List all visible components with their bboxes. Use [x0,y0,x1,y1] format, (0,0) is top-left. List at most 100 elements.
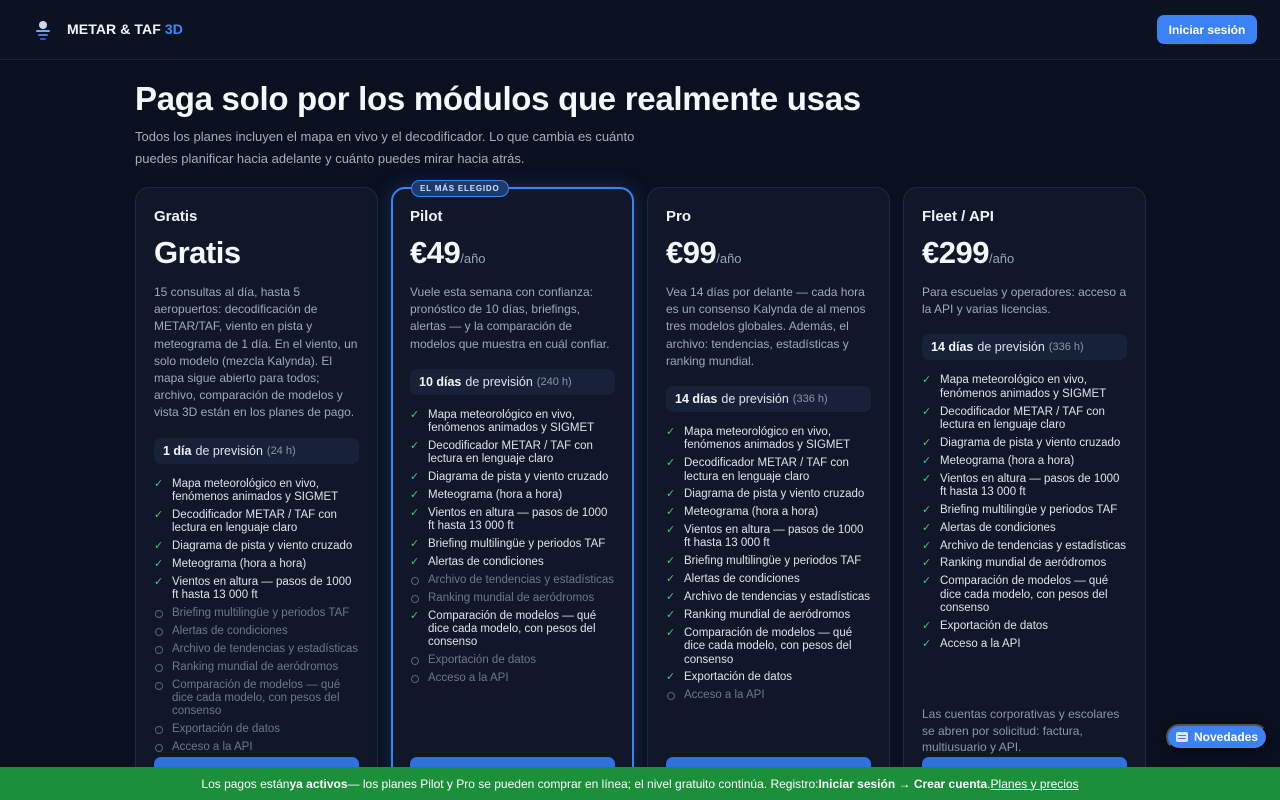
feature-label: Ranking mundial de aeródromos [940,557,1107,570]
check-icon: ✓ [410,471,420,484]
banner-register-link[interactable]: Iniciar sesión → Crear cuenta [818,777,987,791]
check-icon: ✓ [922,557,932,570]
feature-label: Diagrama de pista y viento cruzado [172,540,353,552]
forecast-hours: (336 h) [1048,341,1084,354]
feature-label: Exportación de datos [684,671,793,684]
empty-circle-icon [155,645,163,654]
feature-item: ✓ Mapa meteorológico en vivo, fenómenos a… [410,409,615,436]
price-amount: €49 [410,235,461,270]
feature-item: ✓ Diagrama de pista y viento cruzado [922,437,1127,450]
feature-label: Ranking mundial de aeródromos [684,609,851,622]
feature-label: Diagrama de pista y viento cruzado [428,471,609,484]
empty-circle-icon [155,627,163,636]
feature-item: Exportación de datos [410,654,615,667]
feature-label: Alertas de condiciones [940,521,1056,534]
check-icon: ✓ [410,408,420,421]
feature-list: ✓ Mapa meteorológico en vivo, fenómenos a… [922,374,1127,651]
feature-item: ✓ Comparación de modelos — qué dice cada … [410,610,615,650]
check-icon: ✓ [410,506,420,519]
newspaper-icon [1175,732,1188,742]
brand-main: METAR & TAF [67,21,161,37]
forecast-pill: 10 días de previsión (240 h) [410,368,615,395]
feature-label: Diagrama de pista y viento cruzado [940,436,1121,449]
feature-label: Archivo de tendencias y estadísticas [684,591,871,604]
price-unit: /año [716,251,742,266]
feature-label: Vientos en altura — pasos de 1000 ft has… [172,575,352,602]
feature-label: Alertas de condiciones [684,573,800,586]
check-icon: ✓ [666,488,676,501]
feature-label: Meteograma (hora a hora) [684,506,819,519]
empty-circle-icon [411,576,419,585]
feature-item: Ranking mundial de aeródromos [154,661,359,674]
feature-item: ✓ Ranking mundial de aeródromos [666,609,871,622]
check-icon: ✓ [922,637,932,650]
feature-label: Vientos en altura — pasos de 1000 ft has… [684,524,864,550]
page-title: Paga solo por los módulos que realmente … [135,80,861,117]
feature-label: Decodificador METAR / TAF con lectura en… [684,457,849,483]
feature-label: Mapa meteorológico en vivo, fenómenos an… [428,408,595,435]
feature-label: Comparación de modelos — qué dice cada m… [172,678,341,718]
feature-label: Acceso a la API [172,740,253,753]
plan-price: €49/año [410,235,615,273]
empty-circle-icon [155,743,163,752]
forecast-label: de previsión [977,340,1045,355]
brand-accent: 3D [164,21,184,37]
empty-circle-icon [667,692,675,701]
feature-item: ✓ Mapa meteorológico en vivo, fenómenos a… [922,374,1127,401]
plan-card-fleet: Fleet / API €299/año Para escuelas y ope… [903,187,1146,800]
feature-item: ✓ Diagrama de pista y viento cruzado [154,540,359,553]
feature-label: Briefing multilingüe y periodos TAF [172,606,350,619]
check-icon: ✓ [666,426,676,439]
check-icon: ✓ [922,454,932,467]
feature-label: Ranking mundial de aeródromos [428,591,595,604]
plan-name: Gratis [154,208,198,225]
feature-item: Archivo de tendencias y estadísticas [410,574,615,587]
feature-label: Mapa meteorológico en vivo, fenómenos an… [172,477,339,503]
check-icon: ✓ [922,374,932,387]
feature-item: Acceso a la API [154,741,359,754]
forecast-label: de previsión [195,443,263,458]
price-amount: €99 [666,235,717,270]
popular-badge: EL MÁS ELEGIDO [411,180,509,197]
feature-label: Briefing multilingüe y periodos TAF [684,555,862,568]
banner-pricing-link[interactable]: Planes y precios [991,777,1079,791]
check-icon: ✓ [154,575,164,588]
check-icon: ✓ [666,457,676,470]
feature-item: ✓ Mapa meteorológico en vivo, fenómenos a… [666,426,871,453]
feature-label: Briefing multilingüe y periodos TAF [428,538,606,551]
banner-text-2: — los planes Pilot y Pro se pueden compr… [347,776,819,791]
forecast-days: 1 día [163,443,192,458]
check-icon: ✓ [666,671,676,684]
plan-price: €99/año [666,235,871,273]
plan-description: Vea 14 días por delante — cada hora es u… [666,285,866,368]
news-label: Novedades [1193,730,1259,744]
empty-circle-icon [155,663,163,672]
price-unit: /año [460,251,486,266]
check-icon: ✓ [154,508,164,521]
top-bar: METAR & TAF 3D Iniciar sesión [0,0,1280,60]
feature-item: ✓ Vientos en altura — pasos de 1000 ft ha… [410,507,615,534]
feature-item: Ranking mundial de aeródromos [410,592,615,605]
price-amount: Gratis [154,235,241,270]
login-button[interactable]: Iniciar sesión [1157,15,1257,44]
check-icon: ✓ [666,555,676,568]
plan-card-gratis: Gratis Gratis 15 consultas al día, hasta… [135,187,378,800]
feature-item: ✓ Briefing multilingüe y periodos TAF [410,538,615,551]
empty-circle-icon [155,609,163,618]
check-icon: ✓ [922,521,932,534]
check-icon: ✓ [922,539,932,552]
empty-circle-icon [155,726,163,735]
forecast-pill: 14 días de previsión (336 h) [922,334,1127,361]
feature-item: ✓ Exportación de datos [922,620,1127,633]
feature-label: Ranking mundial de aeródromos [172,660,339,673]
feature-item: ✓ Decodificador METAR / TAF con lectura e… [410,440,615,467]
feature-item: Archivo de tendencias y estadísticas [154,643,359,656]
banner-text-1: Los pagos están [201,776,290,791]
brand-name[interactable]: METAR & TAF 3D [67,21,183,37]
forecast-pill: 1 día de previsión (24 h) [154,437,359,464]
feature-item: ✓ Vientos en altura — pasos de 1000 ft ha… [922,473,1127,500]
feature-label: Comparación de modelos — qué dice cada m… [428,609,597,649]
news-button[interactable]: Novedades [1166,724,1268,750]
feature-item: Acceso a la API [666,689,871,702]
feature-list: ✓ Mapa meteorológico en vivo, fenómenos a… [154,478,359,755]
